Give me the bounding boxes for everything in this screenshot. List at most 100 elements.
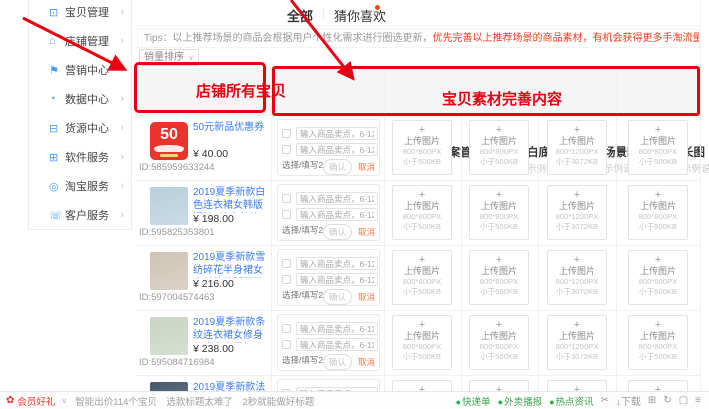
- selling-point-checkbox[interactable]: [282, 210, 291, 219]
- sort-dropdown[interactable]: 销量排序 ∨: [139, 49, 199, 66]
- selling-point-checkbox[interactable]: [282, 340, 291, 349]
- upload-size-spec: 800*1200PX: [549, 212, 604, 222]
- sidebar-item-item-manage[interactable]: ⊡宝贝管理›: [29, 1, 131, 23]
- upload-whitebg-image-button[interactable]: +上传图片800*800PX小于500KB: [392, 250, 452, 305]
- selling-point-input[interactable]: [296, 322, 378, 335]
- plus-icon: +: [629, 189, 687, 201]
- selling-point-checkbox[interactable]: [282, 194, 291, 203]
- cancel-button[interactable]: 取消: [358, 226, 375, 238]
- product-thumbnail[interactable]: [150, 317, 188, 355]
- chevron-right-icon: ›: [120, 93, 124, 105]
- product-thumbnail[interactable]: [150, 252, 188, 290]
- upload-whitebg-image-button[interactable]: +上传图片800*800PX小于500KB: [392, 315, 452, 370]
- selling-point-checkbox[interactable]: [282, 145, 291, 154]
- selling-point-input[interactable]: [296, 143, 378, 156]
- upload-size-spec: 800*800PX: [630, 147, 685, 157]
- product-id: ID:597004574463: [139, 292, 215, 303]
- upload-limit-spec: 小于500KB: [394, 352, 449, 362]
- selling-point-checkbox[interactable]: [282, 129, 291, 138]
- tips-bar: Tips：以上推荐场景的商品会根据用户个性化需求进行圈选更新，优先完善以上推荐场…: [137, 29, 700, 48]
- taskbar-takeout-broadcast[interactable]: ●外卖播报: [498, 394, 542, 408]
- sidebar-item-label: 营销中心: [65, 62, 109, 78]
- upload-scene-image-button[interactable]: +上传图片800*800PX小于500KB: [469, 185, 529, 240]
- plus-icon: +: [548, 319, 606, 331]
- upload-label: 上传图片: [548, 201, 606, 212]
- selling-point-input[interactable]: [296, 257, 378, 270]
- cancel-button[interactable]: 取消: [358, 356, 375, 368]
- hot-news-icon: ●: [549, 397, 554, 407]
- upload-label: 上传图片: [393, 266, 451, 277]
- taskbar-express-bill[interactable]: ●快递单: [456, 394, 491, 408]
- member-gift-link[interactable]: 会员好礼: [17, 394, 55, 408]
- confirm-button[interactable]: 确认: [323, 289, 352, 305]
- confirm-button[interactable]: 确认: [323, 224, 352, 240]
- plus-icon: +: [470, 319, 528, 331]
- cancel-button[interactable]: 取消: [358, 291, 375, 303]
- copywriting-footer: 选择/填写2条文案确认取消: [282, 289, 376, 304]
- selling-point-checkbox[interactable]: [282, 275, 291, 284]
- upload-whitebg-image-button[interactable]: +上传图片800*800PX小于500KB: [392, 120, 452, 175]
- megaphone-icon: ⚑: [49, 64, 65, 77]
- upload-long-image-button[interactable]: +上传图片800*1200PX小于3072KB: [547, 250, 607, 305]
- product-thumbnail[interactable]: 50: [150, 122, 188, 160]
- product-thumbnail[interactable]: [150, 187, 188, 225]
- plus-icon: +: [629, 319, 687, 331]
- upload-scene-image-button[interactable]: +上传图片800*800PX小于500KB: [469, 120, 529, 175]
- chevron-down-icon[interactable]: ∨: [61, 396, 67, 405]
- tab-all[interactable]: 全部: [287, 6, 313, 25]
- upload-long-image-button[interactable]: +上传图片800*1200PX小于3072KB: [547, 120, 607, 175]
- upload-long-image-button[interactable]: +上传图片800*1200PX小于3072KB: [547, 315, 607, 370]
- selling-point-input[interactable]: [296, 208, 378, 221]
- upload-size-spec: 800*800PX: [394, 342, 449, 352]
- product-title-link[interactable]: 2019夏季新款雪纺碎花半身裙女中长款韩版百搭: [193, 251, 271, 278]
- copywriting-cell: 选择/填写2条文案确认取消: [277, 119, 380, 176]
- product-id: ID:595825353801: [139, 227, 215, 238]
- upload-size-spec: 800*800PX: [471, 277, 526, 287]
- plus-icon: +: [393, 189, 451, 201]
- copywriting-footer: 选择/填写2条文案确认取消: [282, 224, 376, 239]
- upload-transparent-image-button[interactable]: +上传图片800*800PX小于500KB: [628, 250, 688, 305]
- selling-point-input[interactable]: [296, 192, 378, 205]
- plus-icon: +: [548, 254, 606, 266]
- taskbar-hot-news[interactable]: ●热点资讯: [549, 394, 593, 408]
- sidebar-item-shop-manage[interactable]: ⌂店铺管理›: [29, 30, 131, 52]
- upload-label: 上传图片: [393, 331, 451, 342]
- upload-transparent-image-button[interactable]: +上传图片800*800PX小于500KB: [628, 315, 688, 370]
- upload-limit-spec: 小于500KB: [471, 287, 526, 297]
- upload-scene-image-button[interactable]: +上传图片800*800PX小于500KB: [469, 315, 529, 370]
- taskbar-scissors-icon[interactable]: ✂: [601, 395, 609, 406]
- selling-point-checkbox[interactable]: [282, 324, 291, 333]
- taskbar-refresh-icon[interactable]: ↻: [663, 395, 671, 406]
- upload-limit-spec: 小于3072KB: [549, 352, 604, 362]
- product-id: ID:585959633244: [139, 162, 215, 173]
- upload-long-image-button[interactable]: +上传图片800*1200PX小于3072KB: [547, 185, 607, 240]
- upload-whitebg-image-button[interactable]: +上传图片800*800PX小于500KB: [392, 185, 452, 240]
- product-title-link[interactable]: 50元新品优惠券: [193, 121, 271, 134]
- sidebar-item-marketing-center[interactable]: ⚑营销中心›: [29, 59, 131, 81]
- sidebar-item-data-center[interactable]: ◔数据中心›: [29, 88, 131, 110]
- upload-transparent-image-button[interactable]: +上传图片800*800PX小于500KB: [628, 185, 688, 240]
- pie-chart-icon: ◔: [49, 93, 65, 105]
- product-title-link[interactable]: 2019夏季新款条纹连衣裙女修身显瘦小众网红: [193, 316, 271, 343]
- upload-size-spec: 800*1200PX: [549, 147, 604, 157]
- taskbar-download-icon[interactable]: ↓下载: [616, 393, 641, 408]
- confirm-button[interactable]: 确认: [323, 354, 352, 370]
- selling-point-input[interactable]: [296, 273, 378, 286]
- sidebar-item-label: 宝贝管理: [65, 4, 109, 20]
- product-title-link[interactable]: 2019夏季新款白色连衣裙女韩版短袖T恤中长款: [193, 186, 271, 213]
- upload-label: 上传图片: [548, 136, 606, 147]
- selling-point-input[interactable]: [296, 127, 378, 140]
- confirm-button[interactable]: 确认: [323, 159, 352, 175]
- selling-point-checkbox[interactable]: [282, 259, 291, 268]
- selling-point-input[interactable]: [296, 338, 378, 351]
- upload-scene-image-button[interactable]: +上传图片800*800PX小于500KB: [469, 250, 529, 305]
- upload-label: 上传图片: [548, 331, 606, 342]
- taskbar-grid-icon[interactable]: ⊞: [648, 395, 656, 406]
- upload-limit-spec: 小于3072KB: [549, 157, 604, 167]
- upload-transparent-image-button[interactable]: +上传图片800*800PX小于500KB: [628, 120, 688, 175]
- cancel-button[interactable]: 取消: [358, 161, 375, 173]
- shop-icon: ⌂: [49, 35, 65, 47]
- taskbar-menu-icon[interactable]: ≡: [695, 395, 701, 406]
- taskbar-window-icon[interactable]: ▢: [679, 395, 688, 406]
- plus-icon: +: [393, 319, 451, 331]
